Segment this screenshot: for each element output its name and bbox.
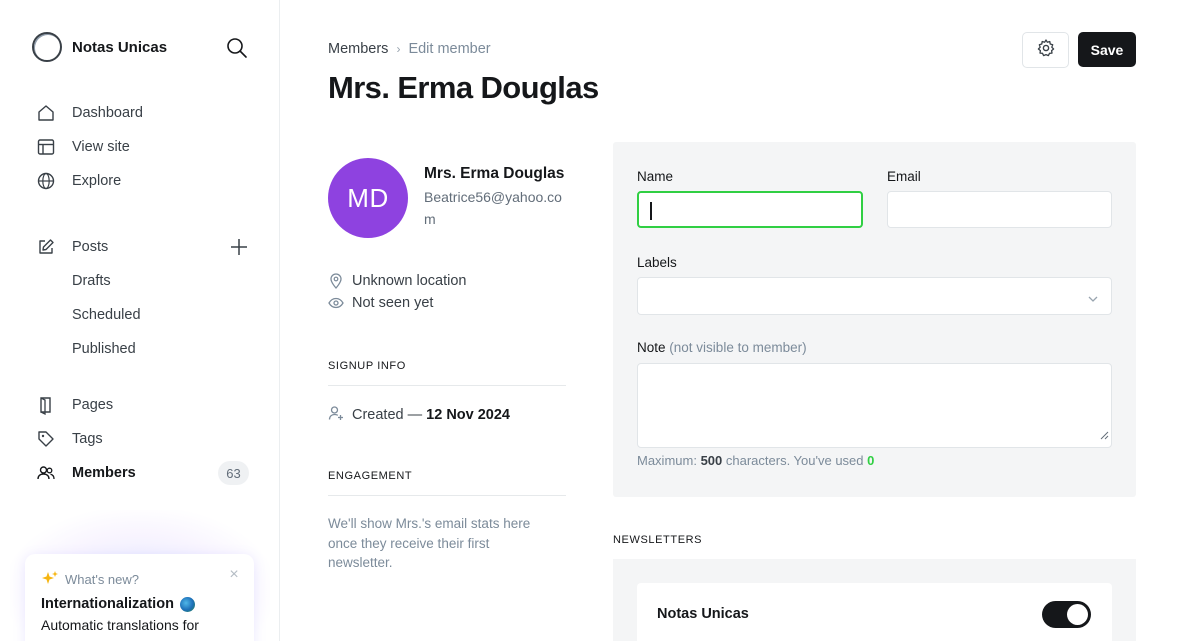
engagement-title: ENGAGEMENT — [328, 470, 413, 482]
globe-icon — [36, 171, 56, 191]
search-icon[interactable] — [226, 37, 248, 59]
note-hint: (not visible to member) — [669, 340, 807, 355]
gear-icon — [1036, 38, 1056, 63]
newsletter-name: Notas Unicas — [657, 606, 749, 622]
chevron-down-icon — [1087, 291, 1099, 309]
sidebar-item-published[interactable]: Published — [72, 341, 136, 357]
eye-icon — [328, 295, 344, 311]
divider — [328, 385, 566, 386]
resize-handle-icon[interactable] — [1100, 427, 1109, 445]
add-post-icon[interactable] — [228, 236, 250, 258]
members-icon — [36, 463, 56, 483]
sidebar-item-posts[interactable]: Posts — [36, 235, 108, 259]
breadcrumb-current: Edit member — [408, 41, 491, 57]
sidebar-item-view-site[interactable]: View site — [36, 135, 130, 159]
engagement-text: We'll show Mrs.'s email stats here once … — [328, 516, 531, 570]
sidebar-item-label: Dashboard — [72, 105, 143, 121]
sidebar-item-drafts[interactable]: Drafts — [72, 273, 111, 289]
created-date: 12 Nov 2024 — [426, 407, 510, 423]
sidebar-item-members[interactable]: Members — [36, 461, 136, 485]
tag-icon — [36, 429, 56, 449]
breadcrumb-members-link[interactable]: Members — [328, 41, 388, 57]
toggle-knob — [1067, 604, 1088, 625]
member-last-seen: Not seen yet — [328, 295, 433, 311]
note-character-counter: Maximum: 500 characters. You've used 0 — [637, 453, 874, 468]
page-icon — [36, 395, 56, 415]
avatar: MD — [328, 158, 408, 238]
counter-middle: characters. You've used — [722, 453, 868, 468]
user-add-icon — [328, 405, 344, 425]
sidebar-item-label: Posts — [72, 239, 109, 255]
sidebar-item-tags[interactable]: Tags — [36, 427, 103, 451]
sidebar-item-label: Explore — [72, 173, 122, 189]
whats-new-description: Automatic translations for — [41, 617, 199, 633]
counter-used: 0 — [867, 453, 875, 468]
site-logo-icon — [32, 32, 62, 62]
whats-new-label: What's new? — [65, 572, 140, 587]
labels-select[interactable] — [637, 277, 1112, 315]
whats-new-card[interactable]: What's new? Internationalization Automat… — [25, 554, 254, 641]
location-pin-icon — [328, 273, 344, 289]
member-location-text: Unknown location — [352, 273, 467, 289]
sidebar-item-label: Members — [72, 465, 136, 481]
breadcrumb-separator-icon: › — [396, 42, 401, 56]
counter-max: 500 — [700, 453, 723, 468]
text-caret — [650, 202, 652, 220]
sidebar-item-explore[interactable]: Explore — [36, 169, 121, 193]
members-count-badge: 63 — [218, 461, 249, 485]
note-label: Note (not visible to member) — [637, 340, 807, 355]
site-name: Notas Unicas — [72, 38, 168, 56]
sidebar-item-label: View site — [72, 139, 130, 155]
name-field[interactable] — [637, 191, 863, 228]
home-icon — [36, 103, 56, 123]
sidebar-item-label: Pages — [72, 397, 114, 413]
divider — [328, 495, 566, 496]
sidebar-item-label: Tags — [72, 431, 103, 447]
member-location: Unknown location — [328, 273, 466, 289]
globe-emoji-icon — [179, 596, 195, 612]
settings-button[interactable] — [1022, 32, 1069, 68]
newsletters-panel: Notas Unicas — [613, 559, 1136, 641]
site-brand[interactable]: Notas Unicas — [32, 32, 167, 62]
member-name: Mrs. Erma Douglas — [424, 165, 565, 182]
created-prefix: Created — — [352, 407, 427, 423]
sidebar: Notas Unicas Dashboard View site Explore… — [0, 0, 280, 641]
signup-info-title: SIGNUP INFO — [328, 360, 406, 372]
sidebar-item-dashboard[interactable]: Dashboard — [36, 101, 143, 125]
breadcrumb: Members › Edit member — [328, 41, 491, 57]
edit-icon — [36, 237, 56, 257]
whats-new-header: What's new? — [41, 570, 238, 589]
newsletter-subscription-toggle[interactable] — [1042, 601, 1091, 628]
sidebar-item-pages[interactable]: Pages — [36, 393, 113, 417]
layout-icon — [36, 137, 56, 157]
member-email: Beatrice56@yahoo.com — [424, 189, 562, 227]
sidebar-item-scheduled[interactable]: Scheduled — [72, 307, 141, 323]
page-title: Mrs. Erma Douglas — [328, 70, 599, 105]
close-icon[interactable]: × — [227, 567, 241, 583]
newsletters-title: NEWSLETTERS — [613, 534, 703, 546]
whats-new-title: Internationalization — [41, 596, 174, 612]
email-label: Email — [887, 169, 921, 184]
member-last-seen-text: Not seen yet — [352, 295, 434, 311]
name-label: Name — [637, 169, 674, 184]
save-button[interactable]: Save — [1078, 32, 1136, 67]
note-textarea[interactable] — [637, 363, 1112, 448]
newsletter-item: Notas Unicas — [637, 583, 1112, 641]
member-created: Created — 12 Nov 2024 — [328, 405, 510, 425]
whats-new-title-row: Internationalization — [41, 596, 238, 612]
email-field[interactable] — [887, 191, 1112, 228]
labels-label: Labels — [637, 255, 677, 270]
note-label-text: Note — [637, 340, 666, 355]
counter-prefix: Maximum: — [637, 453, 701, 468]
sparkle-icon — [41, 570, 59, 589]
